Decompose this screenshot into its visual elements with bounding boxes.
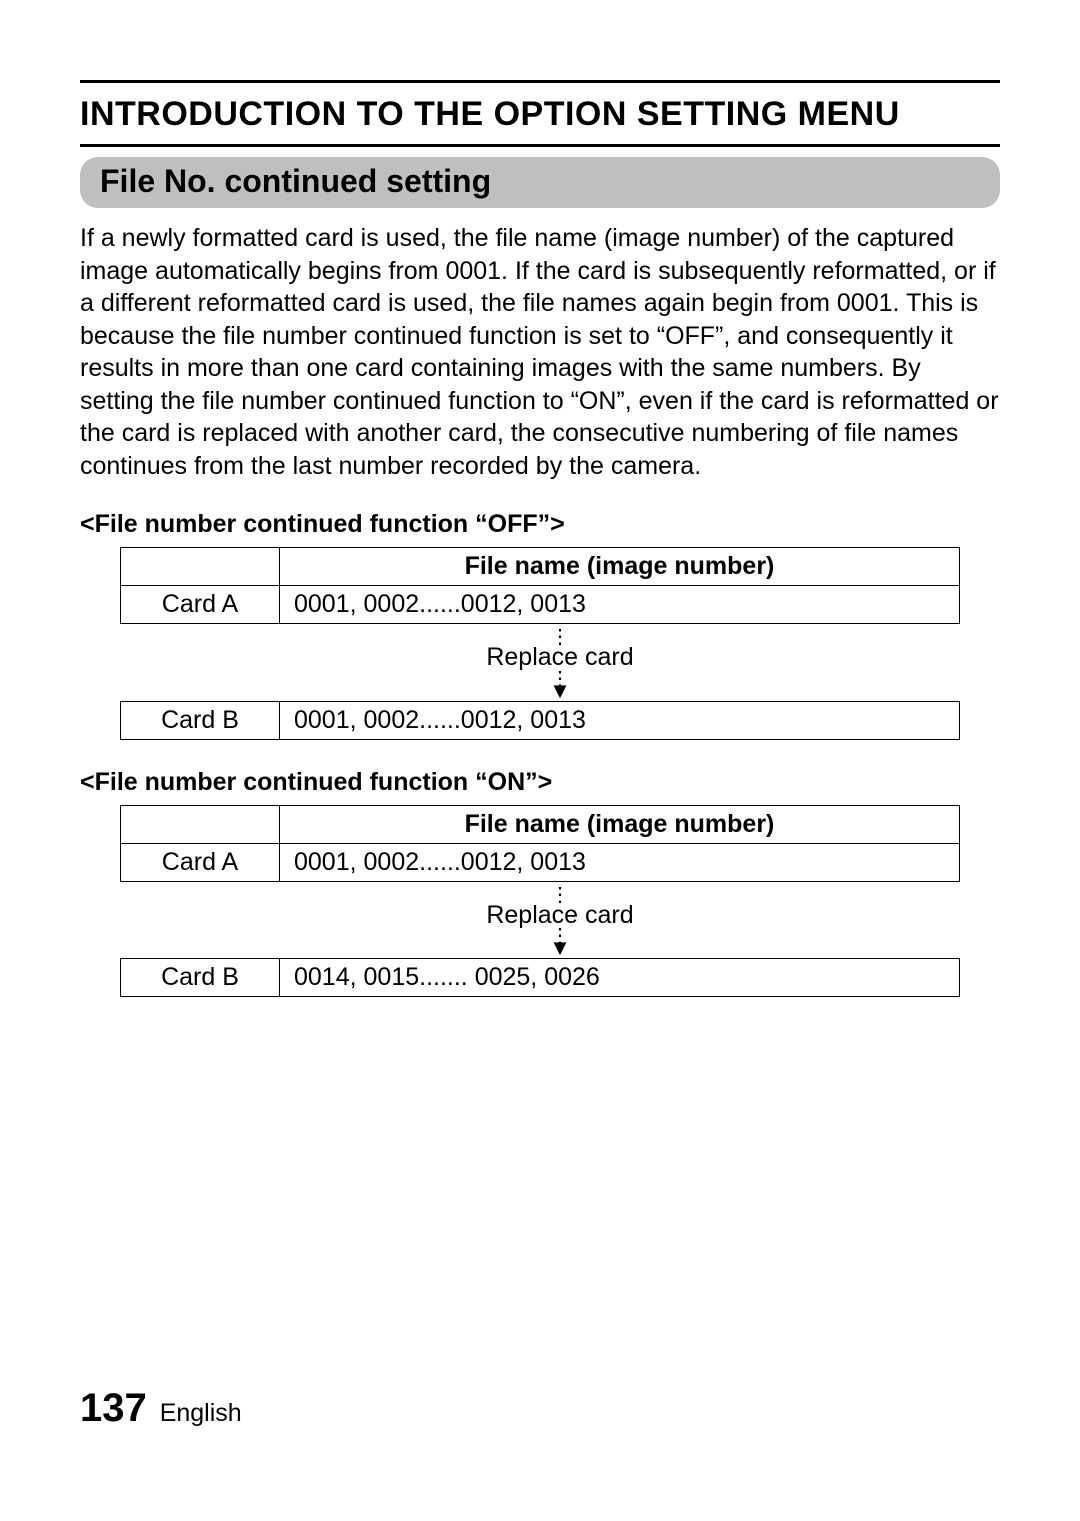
example-off-table-b: Card B 0001, 0002......0012, 0013 bbox=[120, 701, 960, 740]
section-heading: File No. continued setting bbox=[80, 157, 1000, 208]
table-row: File name (image number) bbox=[121, 548, 960, 586]
example-on-heading: <File number continued function “ON”> bbox=[80, 768, 1000, 797]
vertical-dots-icon: ⋮ bbox=[120, 632, 1000, 642]
replace-card-label: Replace card bbox=[486, 643, 633, 671]
column-header: File name (image number) bbox=[280, 805, 960, 843]
example-off-table-a: File name (image number) Card A 0001, 00… bbox=[120, 547, 960, 624]
chapter-title: INTRODUCTION TO THE OPTION SETTING MENU bbox=[80, 83, 1000, 144]
table-row: Card A 0001, 0002......0012, 0013 bbox=[121, 586, 960, 624]
down-arrow-icon: ▼ bbox=[120, 941, 1000, 954]
example-on-block: File name (image number) Card A 0001, 00… bbox=[120, 805, 1000, 998]
page-number: 137 bbox=[80, 1386, 147, 1430]
table-row: Card B 0001, 0002......0012, 0013 bbox=[121, 701, 960, 739]
down-arrow-icon: ▼ bbox=[120, 684, 1000, 697]
example-off-block: File name (image number) Card A 0001, 00… bbox=[120, 547, 1000, 740]
card-a-values: 0001, 0002......0012, 0013 bbox=[280, 843, 960, 881]
example-on-table-b: Card B 0014, 0015....... 0025, 0026 bbox=[120, 958, 960, 997]
column-header: File name (image number) bbox=[280, 548, 960, 586]
card-b-values: 0014, 0015....... 0025, 0026 bbox=[280, 959, 960, 997]
card-a-values: 0001, 0002......0012, 0013 bbox=[280, 586, 960, 624]
card-a-label: Card A bbox=[121, 586, 280, 624]
card-b-values: 0001, 0002......0012, 0013 bbox=[280, 701, 960, 739]
table-row: Card A 0001, 0002......0012, 0013 bbox=[121, 843, 960, 881]
card-a-label: Card A bbox=[121, 843, 280, 881]
blank-header-cell bbox=[121, 805, 280, 843]
example-on-table-a: File name (image number) Card A 0001, 00… bbox=[120, 805, 960, 882]
table-row: Card B 0014, 0015....... 0025, 0026 bbox=[121, 959, 960, 997]
example-off-heading: <File number continued function “OFF”> bbox=[80, 510, 1000, 539]
manual-page: INTRODUCTION TO THE OPTION SETTING MENU … bbox=[0, 0, 1080, 1521]
replace-card-indicator: ⋮ Replace card ⋮ ▼ bbox=[120, 890, 1000, 955]
replace-card-indicator: ⋮ Replace card ⋮ ▼ bbox=[120, 632, 1000, 697]
table-row: File name (image number) bbox=[121, 805, 960, 843]
blank-header-cell bbox=[121, 548, 280, 586]
card-b-label: Card B bbox=[121, 959, 280, 997]
page-footer: 137 English bbox=[80, 1386, 242, 1431]
vertical-dots-icon: ⋮ bbox=[120, 890, 1000, 900]
bottom-rule bbox=[80, 144, 1000, 147]
page-language: English bbox=[160, 1399, 242, 1427]
body-paragraph: If a newly formatted card is used, the f… bbox=[80, 222, 1000, 482]
card-b-label: Card B bbox=[121, 701, 280, 739]
